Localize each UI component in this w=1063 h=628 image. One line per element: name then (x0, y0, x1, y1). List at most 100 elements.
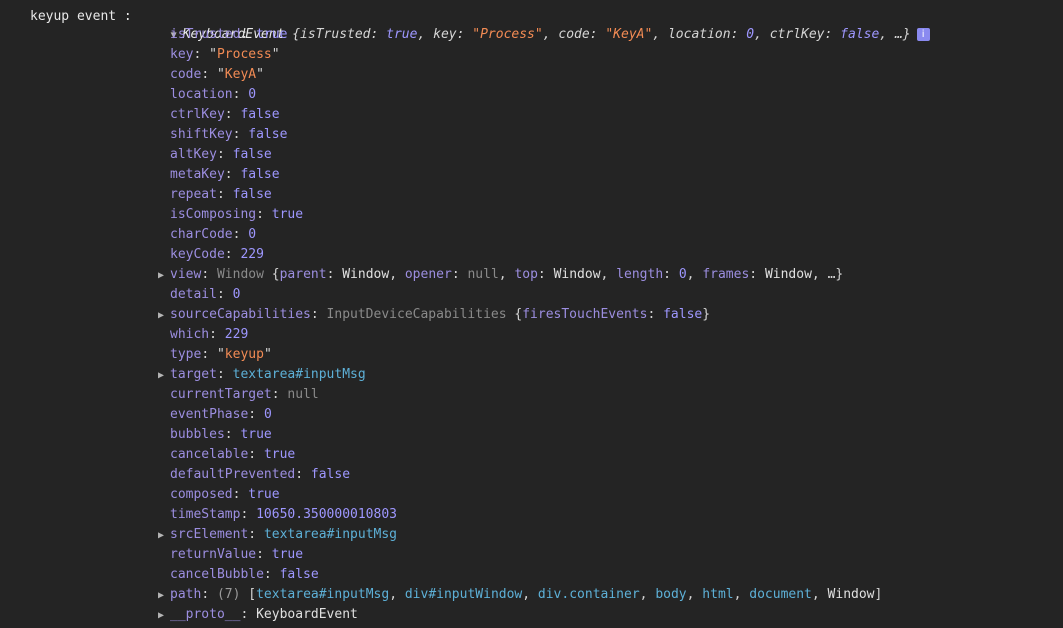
property-list: isTrusted: true key: "Process" code: "KeyA… (158, 25, 883, 625)
preview-class: Window (216, 267, 264, 282)
property-row-detail: detail: 0 (170, 285, 882, 305)
colon: : (248, 447, 264, 462)
property-value: true (271, 547, 304, 562)
property-value: true (271, 207, 304, 222)
property-key: eventPhase (170, 407, 249, 422)
comma: , (733, 587, 750, 602)
property-key: target (170, 367, 217, 382)
colon: : (749, 267, 765, 282)
property-key: sourceCapabilities (170, 307, 311, 322)
property-key: currentTarget (170, 387, 272, 402)
property-key: returnValue (170, 547, 257, 562)
brace: } (702, 307, 711, 322)
comma: , (600, 267, 617, 282)
bracket: [ (240, 587, 257, 602)
property-row-shiftKey: shiftKey: false (170, 125, 882, 145)
property-key: timeStamp (170, 507, 241, 522)
comma: , (522, 587, 538, 602)
comma: , (686, 267, 703, 282)
property-row-srcElement[interactable]: ▶ srcElement: textarea#inputMsg (158, 525, 882, 545)
property-row-currentTarget: currentTarget: null (170, 385, 882, 405)
colon: : (216, 187, 233, 202)
expand-triangle-icon[interactable]: ▶ (158, 266, 170, 286)
colon: : (216, 287, 233, 302)
property-key: altKey (170, 147, 217, 162)
property-row-proto[interactable]: ▶ __proto__: KeyboardEvent (158, 605, 882, 625)
property-row-sourceCapabilities[interactable]: ▶ sourceCapabilities: InputDeviceCapabili… (158, 305, 882, 325)
property-key: bubbles (170, 427, 225, 442)
path-node-tag: textarea (256, 587, 319, 602)
property-key: path (170, 587, 202, 602)
colon: : (248, 527, 264, 542)
property-key: detail (170, 287, 217, 302)
property-row-code: code: "KeyA" (170, 65, 882, 85)
path-node-id: #inputMsg (318, 587, 390, 602)
property-row-type: type: "keyup" (170, 345, 882, 365)
colon: : (647, 307, 664, 322)
brace: { (506, 307, 523, 322)
colon: : (537, 267, 554, 282)
property-key: shiftKey (170, 127, 233, 142)
property-row-target[interactable]: ▶ target: textarea#inputMsg (158, 365, 882, 385)
colon: : (209, 327, 225, 342)
property-key: location (170, 87, 233, 102)
node-tag: textarea (232, 367, 296, 382)
property-value: false (248, 127, 288, 142)
property-row-location: location: 0 (170, 85, 882, 105)
array-count: (7) (216, 587, 241, 602)
property-key: metaKey (170, 167, 225, 182)
colon: : (256, 207, 272, 222)
property-value: 229 (240, 247, 264, 262)
property-key: cancelable (170, 447, 249, 462)
property-key: charCode (170, 227, 233, 242)
property-row-isTrusted: isTrusted: true (170, 25, 882, 45)
colon: : (201, 347, 217, 362)
quote: " (209, 47, 217, 62)
colon: : (216, 367, 233, 382)
colon: : (451, 267, 468, 282)
property-value: false (310, 467, 351, 482)
colon: : (248, 407, 264, 422)
property-row-metaKey: metaKey: false (170, 165, 882, 185)
property-value: 229 (224, 327, 249, 342)
property-row-altKey: altKey: false (170, 145, 882, 165)
property-key: keyCode (170, 247, 225, 262)
comma: , (498, 267, 515, 282)
colon: : (271, 387, 288, 402)
comma: , (389, 587, 405, 602)
node-tag: textarea (263, 527, 327, 542)
expand-triangle-icon[interactable]: ▶ (158, 586, 170, 606)
property-row-which: which: 229 (170, 325, 882, 345)
colon: : (295, 467, 311, 482)
property-key: ctrlKey (170, 107, 225, 122)
expand-triangle-icon[interactable]: ▶ (158, 526, 170, 546)
summary-text: , …} (879, 27, 911, 42)
expand-triangle-icon[interactable]: ▶ (158, 306, 170, 326)
property-value: false (232, 147, 272, 162)
property-value: KeyboardEvent (256, 607, 358, 622)
property-key: srcElement (170, 527, 249, 542)
colon: : (240, 27, 257, 42)
path-node-tag: html (702, 587, 734, 602)
quote: " (271, 47, 280, 62)
property-key: key (170, 47, 194, 62)
expand-triangle-icon[interactable]: ▶ (158, 366, 170, 386)
colon: : (240, 507, 257, 522)
quote: " (216, 67, 225, 82)
property-row-cancelable: cancelable: true (170, 445, 882, 465)
expand-triangle-icon[interactable]: ▶ (158, 606, 170, 626)
info-icon[interactable]: i (916, 28, 930, 41)
colon: : (663, 267, 679, 282)
property-key: which (170, 327, 210, 342)
colon: : (201, 67, 217, 82)
property-row-view[interactable]: ▶ view: Window {parent: Window, opener: n… (158, 265, 882, 285)
property-row-path[interactable]: ▶ path: (7) [textarea#inputMsg, div#input… (158, 585, 883, 605)
comma: , (811, 587, 828, 602)
preview-key: opener (404, 267, 452, 282)
property-value: 10650.350000010803 (256, 507, 397, 522)
node-id: #inputMsg (295, 367, 366, 382)
path-node-id: .container (561, 587, 640, 602)
property-row-bubbles: bubbles: true (170, 425, 882, 445)
property-row-cancelBubble: cancelBubble: false (170, 565, 882, 585)
bracket: ] (874, 587, 883, 602)
